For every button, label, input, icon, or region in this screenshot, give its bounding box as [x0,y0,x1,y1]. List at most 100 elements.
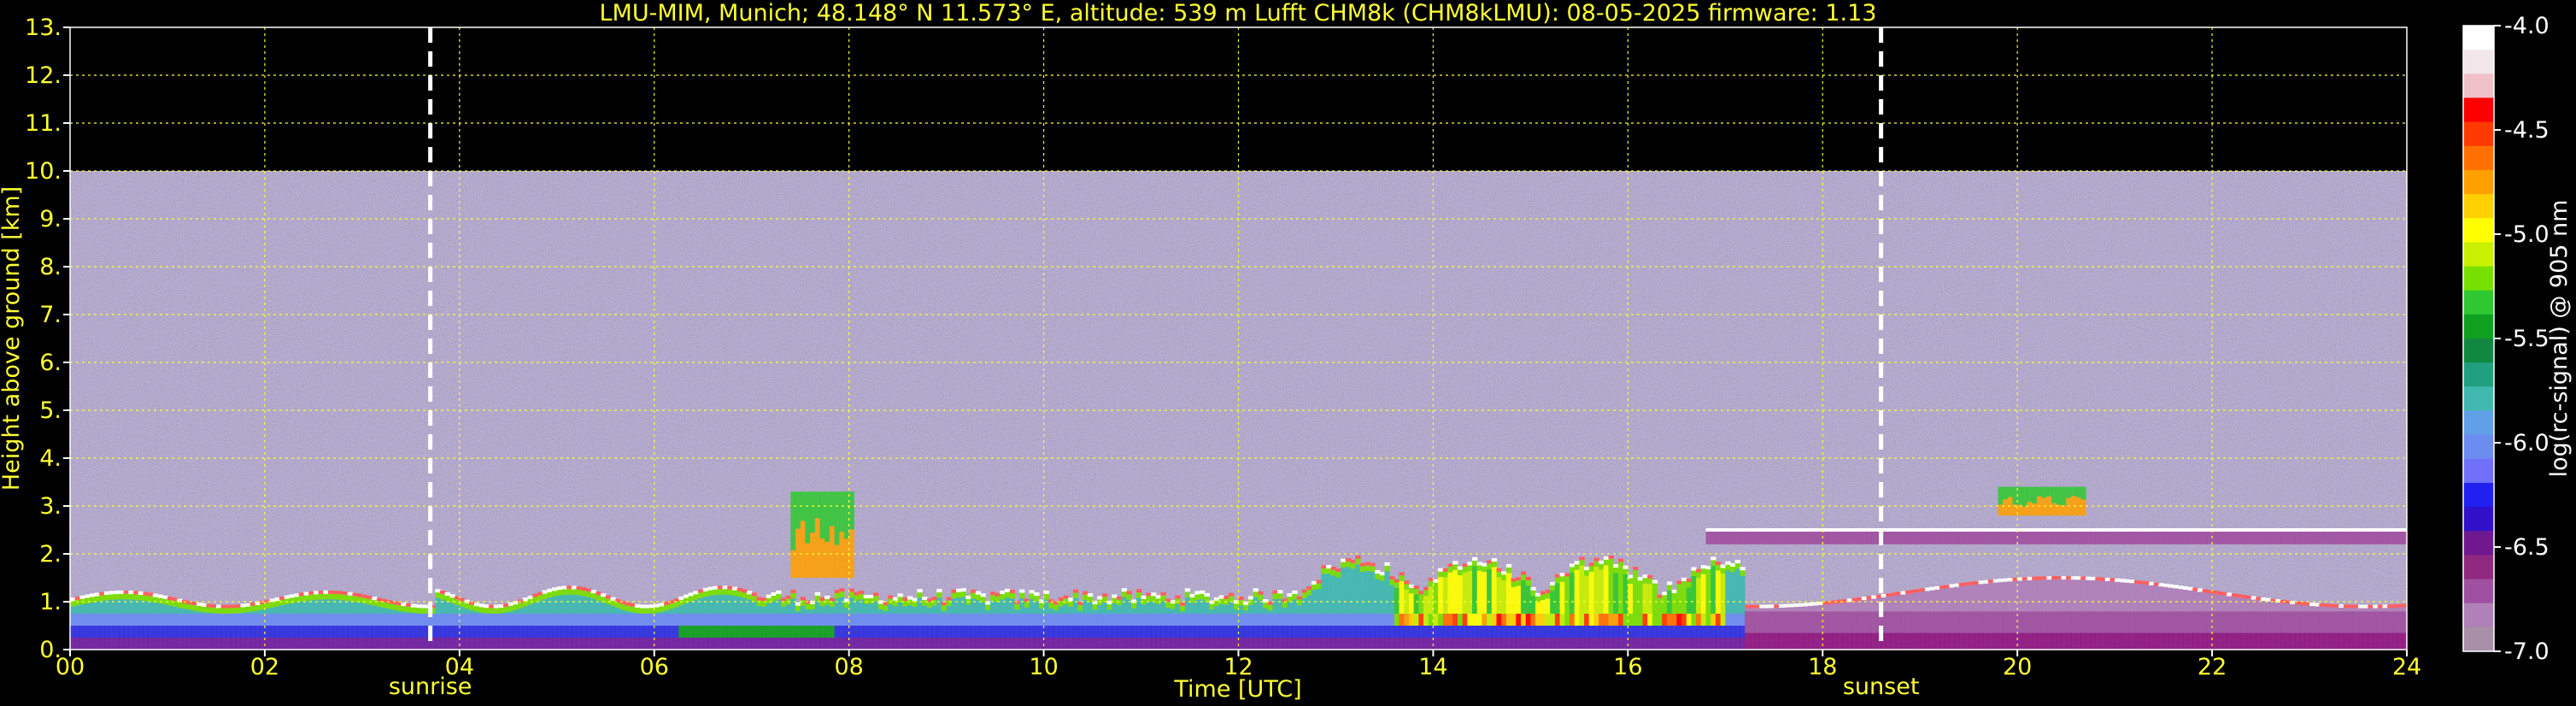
heatmap-cell [2299,528,2305,532]
heatmap-cell [167,597,173,601]
heatmap-cell [1754,528,1760,532]
heatmap-cell [601,638,607,650]
heatmap-cell [975,591,982,595]
heatmap-cell [571,614,578,626]
heatmap-cell [1812,632,1819,650]
heatmap-cell [1954,611,1960,633]
heatmap-cell [717,626,724,638]
heatmap-cell [1895,528,1902,532]
heatmap-cell [1628,638,1634,650]
heatmap-cell [1370,562,1376,567]
heatmap-cell [1330,575,1337,614]
heatmap-cell [2066,528,2072,532]
heatmap-cell [1487,568,1493,614]
heatmap-cell [1593,614,1599,626]
heatmap-cell [795,491,801,529]
heatmap-cell [1482,626,1488,638]
heatmap-cell [717,585,724,590]
heatmap-cell [79,626,85,638]
heatmap-cell [722,585,728,590]
heatmap-cell [347,638,354,650]
heatmap-cell [1491,558,1498,562]
heatmap-cell [323,638,329,650]
heatmap-cell [376,626,383,638]
heatmap-cell [2397,611,2403,633]
heatmap-cell [308,614,314,626]
heatmap-cell [1370,571,1376,614]
heatmap-cell [70,626,76,638]
heatmap-cell [2158,585,2164,612]
heatmap-cell [590,614,596,626]
heatmap-cell [2391,530,2398,544]
heatmap-cell [182,609,188,614]
heatmap-cell [1301,638,1307,650]
heatmap-cell [1686,579,1693,583]
heatmap-cell [1189,626,1195,638]
colorbar-swatch [2463,603,2494,628]
heatmap-cell [1900,528,1906,532]
heatmap-cell [2003,632,2009,650]
heatmap-cell [1662,638,1668,650]
heatmap-cell [2153,582,2160,586]
heatmap-cell [197,638,202,650]
heatmap-cell [1292,590,1298,594]
heatmap-cell [498,614,504,626]
heatmap-cell [829,614,836,626]
heatmap-cell [751,638,758,650]
heatmap-cell [1150,626,1157,638]
heatmap-cell [284,614,290,626]
heatmap-cell [805,491,811,544]
heatmap-cell [1700,626,1707,638]
heatmap-cell [473,603,480,607]
heatmap-cell [1199,590,1206,594]
heatmap-cell [1564,626,1570,638]
x-tick-label: 00 [56,654,85,680]
heatmap-cell [2221,611,2227,633]
heatmap-cell [2250,596,2256,600]
heatmap-cell [406,614,412,626]
heatmap-cell [1720,638,1726,650]
heatmap-cell [469,626,475,638]
heatmap-cell [1647,584,1653,614]
heatmap-cell [123,614,129,626]
heatmap-cell [522,597,529,602]
heatmap-cell [274,638,280,650]
heatmap-cell [2265,597,2272,602]
heatmap-cell [2144,583,2150,612]
heatmap-cell [1121,588,1128,592]
heatmap-cell [201,626,208,638]
heatmap-cell [313,626,320,638]
heatmap-cell [143,626,149,638]
heatmap-cell [478,626,484,638]
heatmap-cell [1808,602,1814,606]
heatmap-cell [2139,528,2145,532]
heatmap-cell [527,614,533,626]
heatmap-cell [980,626,986,638]
heatmap-cell [2299,611,2305,633]
heatmap-cell [1301,589,1307,593]
heatmap-cell [2382,530,2388,544]
heatmap-cell [493,638,500,650]
heatmap-cell [1462,626,1468,638]
heatmap-cell [1321,574,1327,614]
heatmap-cell [85,638,91,650]
heatmap-cell [2285,530,2291,544]
heatmap-cell [167,614,173,626]
heatmap-cell [2061,611,2067,633]
heatmap-cell [747,638,753,650]
heatmap-cell [1681,638,1687,650]
heatmap-cell [1705,574,1711,614]
heatmap-cell [1184,614,1191,626]
heatmap-cell [1482,572,1488,614]
heatmap-cell [1608,626,1614,638]
heatmap-cell [2051,486,2057,503]
heatmap-cell [114,626,120,638]
heatmap-cell [888,603,894,614]
y-tick-label: 9. [39,206,62,232]
heatmap-cell [1891,632,1897,650]
heatmap-cell [1112,594,1118,598]
heatmap-cell [201,614,208,626]
heatmap-cell [1287,614,1293,626]
heatmap-cell [868,638,874,650]
heatmap-cell [2290,528,2296,532]
